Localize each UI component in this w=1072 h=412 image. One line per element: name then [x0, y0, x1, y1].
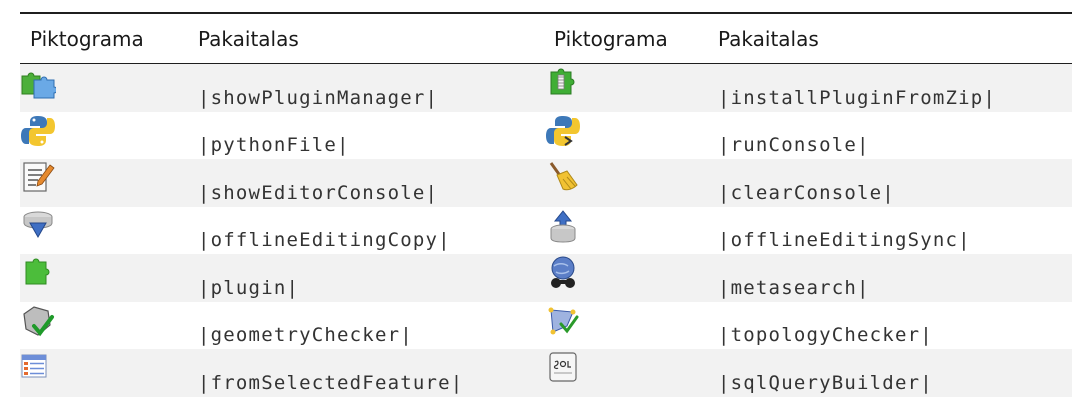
geometry-checker-icon — [20, 304, 56, 338]
plugin-icon — [20, 256, 56, 290]
icon-substitution-table: Piktograma Pakaitalas Piktograma Pakaita… — [20, 12, 1072, 397]
substitution-code: |fromSelectedFeature| — [198, 371, 464, 394]
header-icon-col-1: Piktograma — [30, 26, 144, 51]
metasearch-icon — [545, 256, 581, 290]
header-substitution-col-1: Pakaitalas — [198, 26, 299, 51]
substitution-code: |installPluginFromZip| — [718, 86, 997, 109]
table-row: |fromSelectedFeature| |sqlQueryBuilder| — [20, 349, 1072, 397]
table-row: |showEditorConsole| |clearConsole| — [20, 159, 1072, 207]
offline-copy-icon — [20, 209, 56, 243]
substitution-code: |geometryChecker| — [198, 324, 413, 346]
table-row: |offlineEditingCopy| |offlineEditingSync… — [20, 206, 1072, 254]
python-console-icon — [545, 114, 581, 148]
broom-icon — [545, 161, 581, 195]
substitution-code: |metasearch| — [718, 276, 870, 299]
offline-sync-icon — [545, 209, 581, 243]
substitution-code: |showPluginManager| — [198, 86, 439, 109]
substitution-code: |showEditorConsole| — [198, 181, 439, 204]
substitution-code: |offlineEditingSync| — [718, 229, 971, 251]
header-substitution-col-2: Pakaitalas — [718, 26, 819, 51]
substitution-code: |pythonFile| — [198, 134, 350, 156]
plugin-manager-icon — [20, 66, 56, 100]
substitution-code: |sqlQueryBuilder| — [718, 371, 933, 394]
editor-icon — [20, 161, 56, 195]
substitution-code: |topologyChecker| — [718, 324, 933, 346]
header-icon-col-2: Piktograma — [554, 26, 668, 51]
table-row: |plugin| |metasearch| — [20, 254, 1072, 302]
substitution-code: |clearConsole| — [718, 181, 895, 204]
table-header-row: Piktograma Pakaitalas Piktograma Pakaita… — [20, 14, 1072, 64]
sql-query-builder-icon — [545, 351, 581, 385]
topology-checker-icon — [545, 304, 581, 338]
table-row: |geometryChecker| |topologyChecker| — [20, 301, 1072, 349]
substitution-code: |plugin| — [198, 276, 300, 299]
table-row: |pythonFile| |runConsole| — [20, 111, 1072, 159]
python-file-icon — [20, 114, 56, 148]
install-plugin-zip-icon — [545, 66, 581, 100]
table-row: |showPluginManager| |installPluginFromZi… — [20, 64, 1072, 112]
substitution-code: |offlineEditingCopy| — [198, 229, 451, 251]
substitution-code: |runConsole| — [718, 134, 870, 156]
from-selected-feature-icon — [20, 351, 56, 385]
